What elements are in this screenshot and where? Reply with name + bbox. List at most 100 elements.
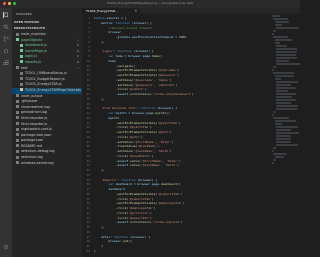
minimap-line xyxy=(272,150,274,152)
file-icon xyxy=(16,138,19,142)
minimap-line xyxy=(272,15,281,17)
minimap-line xyxy=(276,57,297,59)
tree-item-label: html-reporter.js xyxy=(21,115,48,120)
minimap-line xyxy=(272,114,274,116)
minimap-line xyxy=(276,132,299,134)
tree-item-label: selenium-debug.log xyxy=(21,149,55,154)
minimap-line xyxy=(273,72,295,74)
close-icon[interactable]: × xyxy=(135,8,137,13)
minimap-line xyxy=(276,54,296,56)
minimap-line xyxy=(273,147,277,149)
minimap-line xyxy=(276,81,298,83)
minimap-line xyxy=(273,18,288,20)
minimap-line xyxy=(276,87,296,89)
project-section[interactable]: ENERGYSTARAUTO xyxy=(14,26,45,30)
file-icon xyxy=(16,105,19,109)
minimap-line xyxy=(274,156,285,158)
tree-item-label: nightwatch.conf.js xyxy=(21,127,52,132)
minimap-line xyxy=(274,21,290,23)
minimap-line xyxy=(272,33,274,35)
minimap-line xyxy=(274,75,294,77)
minimap-line xyxy=(276,99,296,101)
file-icon xyxy=(20,88,23,92)
title-bar: TC004_EnergySTAR/PageObject.js — EnergyS… xyxy=(0,0,300,8)
source-control-icon[interactable] xyxy=(3,36,9,42)
tree-item-label: package.json xyxy=(21,138,44,143)
minimap-line xyxy=(276,138,291,140)
tree-item-label: test xyxy=(21,65,28,70)
code-area[interactable]: module.exports = { before: function (bro… xyxy=(94,16,274,254)
file-icon xyxy=(16,38,19,42)
file-icon xyxy=(16,122,19,125)
file-icon xyxy=(16,133,19,137)
minimap-line xyxy=(276,48,298,50)
tree-item-label: README.md xyxy=(21,143,43,148)
minimap-line xyxy=(276,126,299,128)
tree-item-label: TC004_EnergySTARPageObject.js xyxy=(25,87,81,92)
open-editors-section[interactable]: OPEN EDITORS xyxy=(14,20,39,24)
tree-item-label: html-reporter.js xyxy=(21,121,48,126)
file-icon xyxy=(20,54,23,58)
file-icon xyxy=(16,127,19,131)
tree-item-label: node_modules xyxy=(21,32,46,36)
file-tree: node_modules pageObjects • dashboard.js Uhom… xyxy=(12,32,82,166)
debug-icon[interactable] xyxy=(3,48,9,54)
tree-item-label: .gitignore xyxy=(21,99,38,104)
search-icon[interactable] xyxy=(3,24,9,30)
minimap-line xyxy=(276,135,292,137)
minimap-line xyxy=(276,90,289,92)
minimap-line xyxy=(276,27,300,29)
minimap-line xyxy=(273,36,289,38)
file-icon xyxy=(16,116,19,120)
window-title: TC004_EnergySTAR/PageObject.js — EnergyS… xyxy=(106,1,194,5)
explorer-sidebar: EXPLORER OPEN EDITORS ENERGYSTARAUTO nod… xyxy=(12,8,82,257)
minimap-line xyxy=(276,141,291,143)
tree-item-label: homePage.js xyxy=(25,48,47,53)
minimap-line xyxy=(276,108,298,110)
minimap-line xyxy=(276,63,300,65)
minimap[interactable] xyxy=(272,14,300,257)
tree-item-label: TC001_OMBoardSetup.js xyxy=(25,71,67,76)
minimap-line xyxy=(276,129,292,131)
gear-icon[interactable] xyxy=(3,244,9,250)
minimap-line xyxy=(276,45,287,47)
tree-item-label: geckodriver.log xyxy=(21,110,47,115)
sidebar-title: EXPLORER xyxy=(16,12,32,16)
minimap-line xyxy=(272,162,274,164)
tree-item[interactable]: windows-server.log xyxy=(12,161,82,167)
file-icon xyxy=(20,49,23,53)
file-icon xyxy=(20,71,23,75)
file-icon xyxy=(16,94,19,98)
tree-item-label: login.js xyxy=(25,54,38,59)
minimap-line xyxy=(276,102,292,104)
tree-item-label: node_output xyxy=(21,93,43,98)
minimap-line xyxy=(276,84,291,86)
minimap-line xyxy=(274,42,281,44)
tree-item-label: pageObjects xyxy=(21,37,43,42)
file-icon xyxy=(16,144,19,148)
explorer-icon[interactable] xyxy=(3,12,9,18)
minimap-line xyxy=(276,105,298,107)
line-number-gutter: 1 2 3 4 5 6 7 8 9 10 11 12 13 14 15 16 17 18 19 20 21 22 23 24 2… xyxy=(82,16,92,254)
tree-item-label: dashboard.js xyxy=(25,43,47,48)
minimap-line xyxy=(273,66,277,68)
minimap-line xyxy=(273,117,290,119)
code-line: } xyxy=(94,248,96,253)
tree-item-label: package-lock.json xyxy=(21,132,52,137)
tree-item-label: chromedriver.log xyxy=(21,104,50,109)
minimap-line xyxy=(276,93,296,95)
code-editor[interactable]: 1 2 3 4 5 6 7 8 9 10 11 12 13 14 15 16 17 18 19 20 21 22 23 24 2… xyxy=(82,14,300,257)
file-icon xyxy=(16,149,19,153)
tree-item-label: TC002_BudgetReport.js xyxy=(25,76,65,81)
extensions-icon[interactable] xyxy=(3,60,9,66)
minimap-line xyxy=(274,120,297,122)
file-icon xyxy=(20,82,23,86)
file-icon xyxy=(16,110,19,114)
minimap-line xyxy=(274,78,282,80)
minimap-line xyxy=(273,30,277,32)
file-icon xyxy=(16,161,19,165)
line-number: 50 xyxy=(86,248,90,253)
minimap-line xyxy=(276,144,299,146)
minimap-line xyxy=(273,159,276,161)
tree-item-label: TC003_EnergySTAR.js xyxy=(25,82,62,87)
